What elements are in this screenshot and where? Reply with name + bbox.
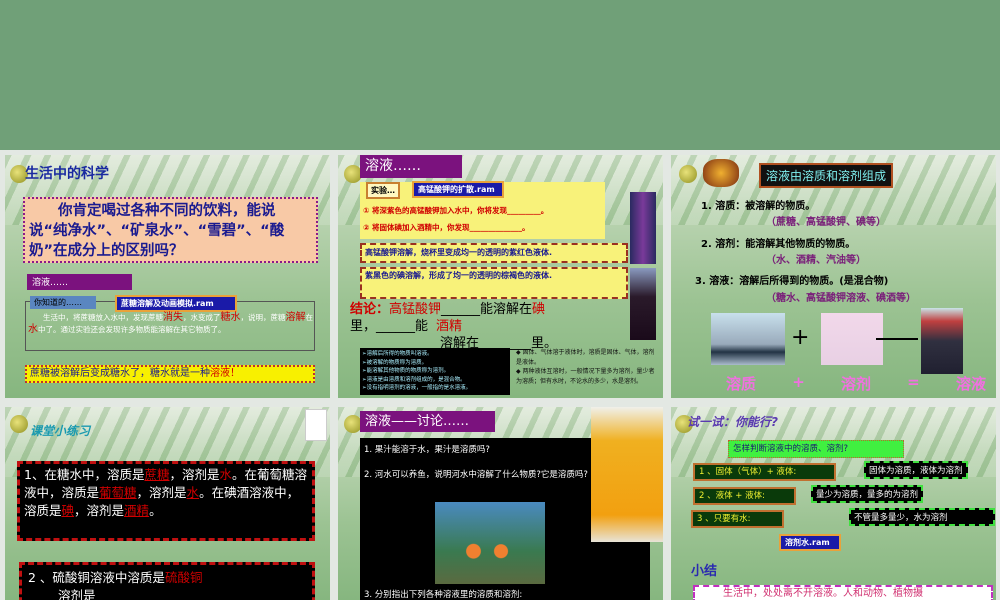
notes-box: ➢溶解后所得的物质叫溶液。 ➢被溶解的物质称为溶质。 ➢能溶解其他物质的物质称为…: [360, 348, 510, 395]
slide-title: 溶液——讨论……: [360, 411, 495, 432]
definition-3: 3. 溶液：溶解后所得到的物质。(是混合物): [695, 276, 889, 287]
conclusion-box: 蔗糖被溶解后变成糖水了，糖水就是一种溶液！: [25, 365, 315, 383]
answer-3: 不管量多量少，水为溶剂: [849, 508, 995, 526]
slide-thumbnail-3[interactable]: 溶液由溶质和溶剂组成 1. 溶质：被溶解的物质。 （蔗糖、高锰酸钾、碘等） 2.…: [671, 155, 996, 398]
logo-icon: [10, 415, 28, 433]
slide-title: 溶液……: [360, 155, 462, 178]
test-tube-iodine: [630, 268, 656, 340]
info-text: 生活中，将蔗糖放入水中，发现蔗糖消失，水变成了糖水，说明，蔗糖溶解在水中了。通过…: [28, 312, 313, 335]
question-banner: 怎样判断溶液中的溶质、溶剂?: [728, 440, 904, 458]
slide-title: 课堂小练习: [30, 424, 91, 438]
observation-1: 高锰酸钾溶解，烧杯里变成均一的透明的紫红色液体.: [360, 243, 628, 263]
iodine-image: [711, 313, 785, 365]
question-2: 2. 河水可以养鱼，说明河水中溶解了什么物质?它是溶质吗?: [364, 470, 588, 480]
example-1: （蔗糖、高锰酸钾、碘等）: [766, 217, 886, 228]
slide-thumbnail-1[interactable]: 生活中的科学 你肯定喝过各种不同的饮料，能说说“纯净水”、“矿泉水”、“雪碧”、…: [5, 155, 330, 398]
flower-icon: [305, 409, 327, 441]
slide-thumbnail-2[interactable]: 溶液…… 实验… 高锰酸钾的扩散.ram ① 将深紫色的高锰酸钾加入水中，你将发…: [338, 155, 663, 398]
summary-title: 小结: [691, 564, 718, 579]
animation-link[interactable]: 蔗糖溶解及动画模拟.ram: [115, 295, 237, 312]
step-1: ① 将深紫色的高锰酸钾加入水中，你将发现_________。: [363, 206, 549, 215]
solvent-water-link[interactable]: 溶剂水.ram: [779, 534, 841, 551]
conclusion: 结论：高锰酸钾______能溶解在碘 里，______能 酒精 溶解在________…: [350, 302, 558, 351]
definition-1: 1. 溶质：被溶解的物质。: [701, 201, 816, 212]
logo-icon: [679, 165, 697, 183]
question-3: 3. 分别指出下列各种溶液里的溶质和溶剂:: [364, 590, 523, 600]
question-1: 1. 果汁能溶于水，果汁是溶质吗?: [364, 445, 490, 455]
question-2: 2 、硫酸铜溶液中溶质是硫酸铜 溶剂是: [19, 562, 315, 600]
test-tube-purple: [630, 192, 656, 264]
diffusion-link[interactable]: 高锰酸钾的扩散.ram: [412, 181, 504, 198]
side-notes: ◆ 固体、气体溶于液体时，溶质是固体、气体，溶剂是液体。 ◆ 两种液体互溶时，一…: [516, 349, 655, 385]
slide-thumbnail-5[interactable]: 溶液——讨论…… 1. 果汁能溶于水，果汁是溶质吗? 2. 河水可以养鱼，说明河…: [338, 407, 663, 600]
goldfish-image: [435, 502, 545, 584]
definition-2: 2. 溶剂：能溶解其他物质的物质。: [701, 239, 856, 250]
summary-box: 生活中，处处离不开溶液。人和动物、植物摄: [693, 585, 993, 600]
answer-2: 量少为溶质，量多的为溶剂: [811, 485, 924, 503]
question-box: 你肯定喝过各种不同的饮料，能说说“纯净水”、“矿泉水”、“雪碧”、“酸奶”在成分…: [23, 197, 318, 263]
slide-thumbnail-4[interactable]: 课堂小练习 1、在糖水中，溶质是蔗糖，溶剂是水。在葡萄糖溶液中，溶质是葡萄糖，溶…: [5, 407, 330, 600]
tag-label: 实验…: [366, 182, 400, 199]
answer-1: 固体为溶质，液体为溶剂: [864, 461, 968, 479]
rule-3: 3 、只要有水:: [691, 510, 784, 528]
step-2: ② 将固体碘加入酒精中，你发现______________。: [363, 223, 530, 232]
slide-thumbnail-6[interactable]: 试一试：你能行? 怎样判断溶液中的溶质、溶剂? 1 、固体（气体）+ 液体: 固…: [671, 407, 996, 600]
example-3: （糖水、高锰酸钾溶液、碘酒等）: [766, 293, 916, 304]
top-panel: [0, 0, 1000, 150]
slide-title: 溶液由溶质和溶剂组成: [759, 163, 894, 188]
equation: 溶质 + 溶剂 = 溶液: [726, 373, 986, 393]
slide-title: 试一试：你能行?: [687, 415, 778, 429]
question-1: 1、在糖水中，溶质是蔗糖，溶剂是水。在葡萄糖溶液中，溶质是葡萄糖，溶剂是水。在碘…: [17, 461, 315, 541]
arrow-icon: [876, 338, 918, 340]
rule-2: 2 、液体 + 液体:: [693, 487, 796, 505]
section-label: 溶液……: [27, 274, 132, 290]
juice-image: [591, 407, 663, 542]
alcohol-image: [821, 313, 883, 365]
plus-sign: +: [791, 325, 810, 350]
cartoon-icon: [703, 159, 739, 187]
example-2: （水、酒精、汽油等）: [766, 255, 866, 266]
tag-label: 你知道的……: [30, 296, 96, 309]
tincture-image: [921, 308, 963, 374]
observation-2: 紫黑色的碘溶解，形成了均一的透明的棕褐色的液体.: [360, 267, 628, 299]
slide-title: 生活中的科学: [25, 166, 109, 182]
rule-1: 1 、固体（气体）+ 液体:: [693, 463, 836, 481]
